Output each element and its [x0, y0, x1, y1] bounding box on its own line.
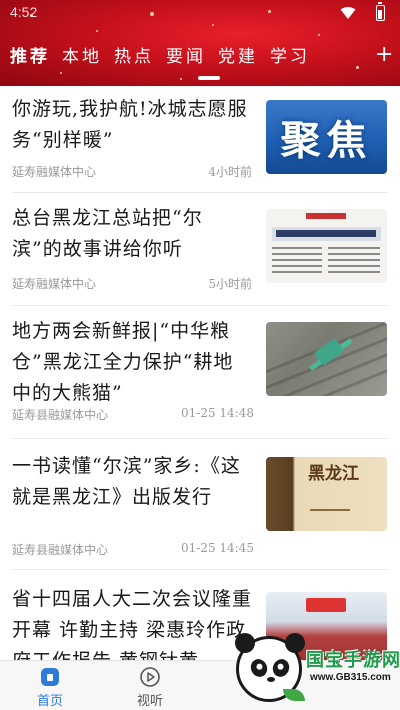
nav-home[interactable]: 首页 — [10, 661, 90, 710]
book-cover-title: 黑龙江 — [308, 464, 359, 484]
news-title: 总台黑龙江总站把“尔滨”的故事讲给你听 — [12, 207, 203, 260]
sparkle-decoration — [60, 72, 62, 74]
tab-hot[interactable]: 热点 — [114, 42, 154, 67]
channel-tabs: 推荐 本地 热点 要闻 党建 学习 — [0, 40, 322, 68]
tab-local[interactable]: 本地 — [62, 42, 102, 67]
nav-home-label: 首页 — [36, 694, 63, 709]
news-thumbnail — [266, 322, 387, 396]
news-item[interactable]: 你游玩,我护航!冰城志愿服务“别样暖” 延寿融媒体中心 4小时前 聚焦 — [0, 86, 400, 192]
thumbnail-caption: 聚焦 — [280, 118, 373, 164]
tab-headlines[interactable]: 要闻 — [166, 42, 206, 67]
news-source: 延寿县融媒体中心 — [12, 408, 109, 422]
news-thumbnail — [266, 209, 387, 283]
news-item[interactable]: 地方两会新鲜报|“中华粮仓”黑龙江全力保护“耕地中的大熊猫” 延寿县融媒体中心 … — [0, 306, 400, 438]
wifi-icon — [340, 7, 356, 19]
plus-icon[interactable]: + — [375, 44, 393, 66]
tab-recommend[interactable]: 推荐 — [10, 42, 50, 67]
news-source: 延寿融媒体中心 — [12, 277, 97, 291]
news-source: 延寿融媒体中心 — [12, 165, 97, 179]
sparkle-decoration — [180, 78, 182, 80]
news-time: 5小时前 — [208, 277, 252, 291]
sparkle-decoration — [96, 30, 98, 32]
watermark-brand: 国宝手游网 — [306, 650, 400, 671]
watermark-url: www.GB315.com — [310, 672, 391, 683]
home-icon — [41, 668, 59, 686]
tab-scroll-indicator — [198, 76, 220, 80]
news-thumbnail: 聚焦 — [266, 100, 387, 174]
site-watermark: 国宝手游网 www.GB315.com — [232, 632, 400, 710]
panda-logo-icon — [235, 633, 305, 702]
news-time: 01-25 14:45 — [181, 541, 254, 555]
sparkle-decoration — [318, 34, 320, 36]
nav-audio-video-label: 视听 — [136, 694, 163, 709]
app-header: 4:52 推荐 本地 热点 要闻 党建 学习 + — [0, 0, 400, 86]
sparkle-decoration — [356, 66, 359, 69]
news-thumbnail: 黑龙江 — [266, 457, 387, 531]
news-time: 4小时前 — [208, 165, 252, 179]
news-title: 你游玩,我护航!冰城志愿服务“别样暖” — [12, 98, 248, 151]
battery-icon — [376, 2, 385, 21]
news-source: 延寿县融媒体中心 — [12, 543, 109, 557]
tab-party-building[interactable]: 党建 — [218, 42, 258, 67]
status-bar: 4:52 — [0, 0, 400, 28]
news-title: 省十四届人大二次会议隆重开幕 许勤主持 梁惠玲作政府工作报告 黄钢钛黄 — [12, 588, 253, 660]
play-icon — [140, 667, 160, 687]
status-time: 4:52 — [10, 4, 38, 20]
news-item[interactable]: 一书读懂“尔滨”家乡:《这就是黑龙江》出版发行 延寿县融媒体中心 01-25 1… — [0, 439, 400, 569]
news-title: 地方两会新鲜报|“中华粮仓”黑龙江全力保护“耕地中的大熊猫” — [12, 320, 234, 404]
news-list: 你游玩,我护航!冰城志愿服务“别样暖” 延寿融媒体中心 4小时前 聚焦 总台黑龙… — [0, 86, 400, 660]
nav-audio-video[interactable]: 视听 — [110, 661, 190, 710]
news-title: 一书读懂“尔滨”家乡:《这就是黑龙江》出版发行 — [12, 455, 241, 508]
news-time: 01-25 14:48 — [181, 406, 254, 420]
news-item[interactable]: 总台黑龙江总站把“尔滨”的故事讲给你听 延寿融媒体中心 5小时前 — [0, 193, 400, 305]
tab-study[interactable]: 学习 — [270, 42, 310, 67]
